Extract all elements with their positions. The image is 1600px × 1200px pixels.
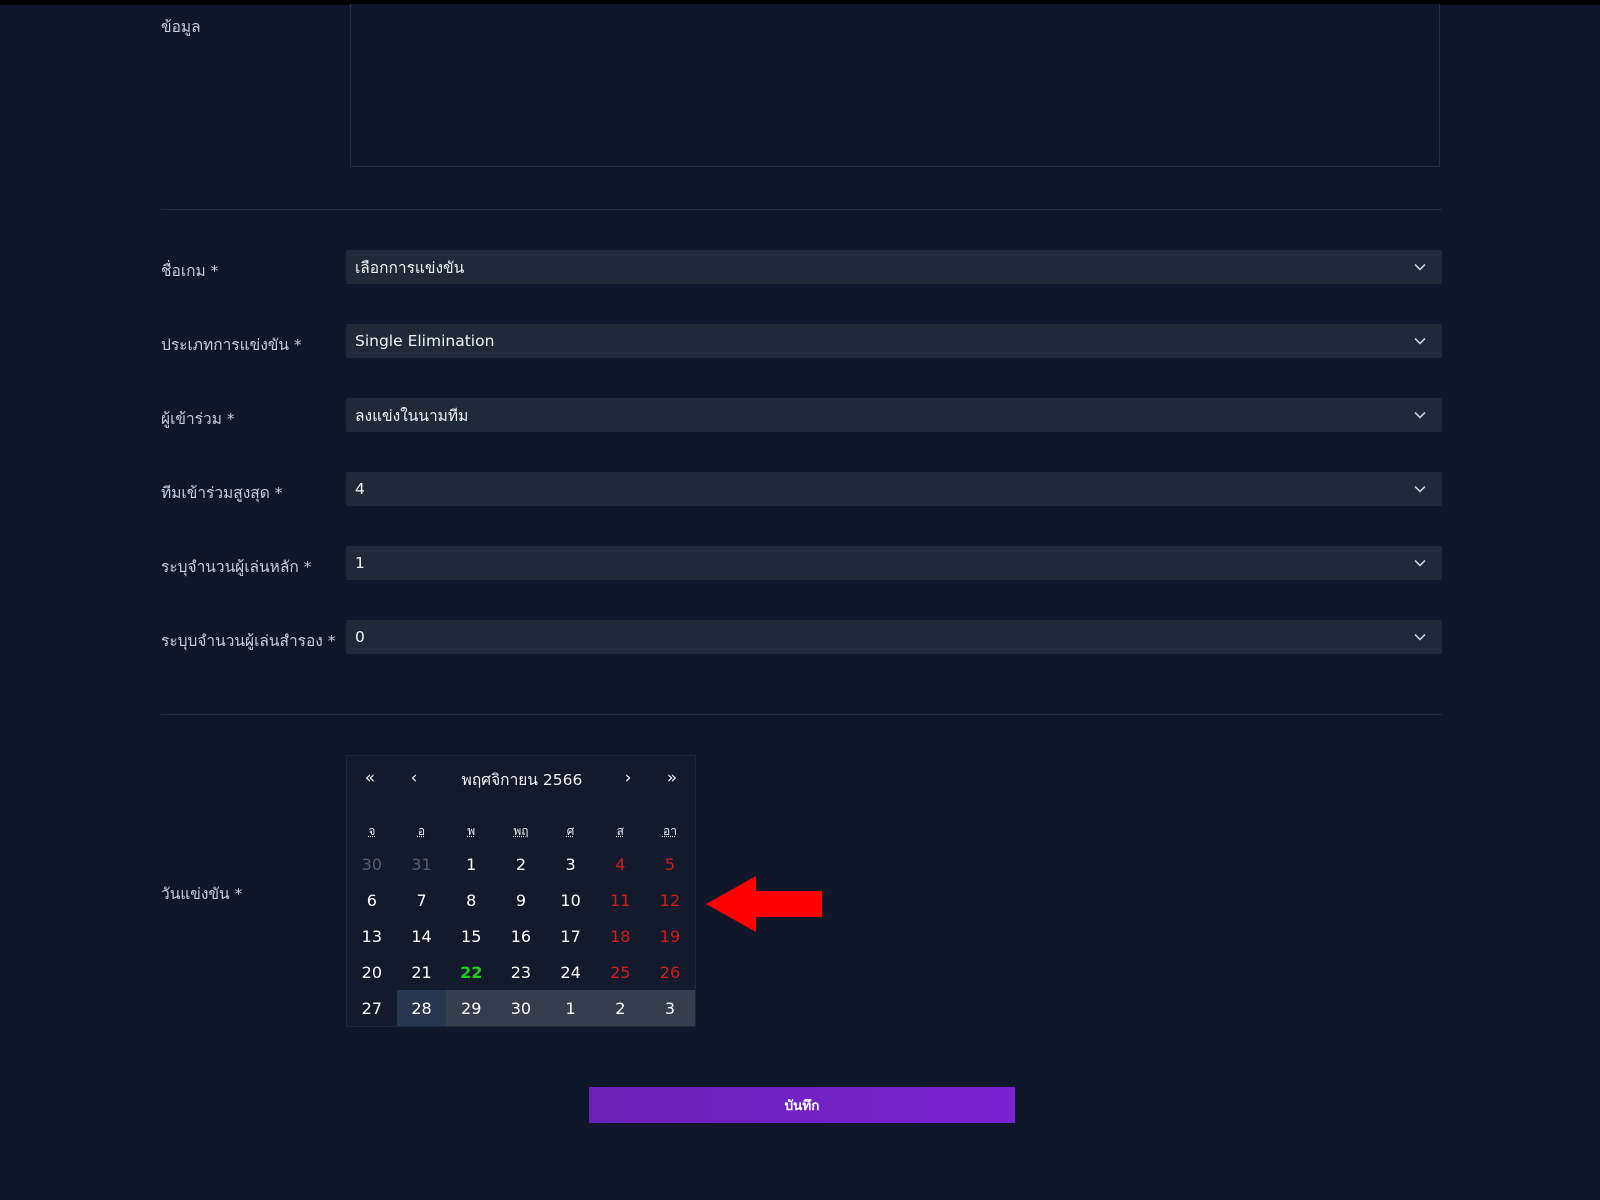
- calendar-day[interactable]: 27: [347, 990, 397, 1026]
- calendar-day[interactable]: 1: [446, 846, 496, 882]
- calendar-day[interactable]: 3: [546, 846, 596, 882]
- main-players-select-value: 1: [355, 554, 365, 572]
- save-button[interactable]: บันทึก: [589, 1087, 1015, 1123]
- calendar-navigation: « ‹ พฤศจิกายน 2566 › »: [347, 756, 695, 800]
- calendar-day[interactable]: 2: [595, 990, 646, 1026]
- divider: [161, 209, 1442, 210]
- calendar-day: 31: [411, 854, 432, 874]
- calendar-day[interactable]: 2: [496, 846, 546, 882]
- calendar-day[interactable]: 26: [645, 954, 695, 990]
- calendar-day[interactable]: 12: [645, 882, 695, 918]
- max-team-select[interactable]: 4: [346, 472, 1442, 506]
- date-picker-calendar: « ‹ พฤศจิกายน 2566 › » จ อ พ พฤ ศ ส อา 3…: [346, 755, 696, 1027]
- calendar-day[interactable]: 19: [645, 918, 695, 954]
- calendar-day[interactable]: 16: [496, 918, 546, 954]
- calendar-day[interactable]: 29: [446, 990, 497, 1026]
- calendar-day[interactable]: 5: [645, 846, 695, 882]
- game-select-value: เลือกการแข่งขัน: [355, 258, 465, 277]
- calendar-day[interactable]: 17: [546, 918, 596, 954]
- calendar-day[interactable]: 8: [446, 882, 496, 918]
- calendar-day[interactable]: 11: [595, 882, 645, 918]
- chevron-down-icon: [1414, 559, 1426, 567]
- type-select[interactable]: Single Elimination: [346, 324, 1442, 358]
- participant-label: ผู้เข้าร่วม *: [161, 410, 235, 428]
- info-label: ข้อมูล: [161, 18, 201, 36]
- calendar-day[interactable]: 1: [545, 990, 596, 1026]
- calendar-day[interactable]: 3: [645, 990, 695, 1026]
- calendar-day[interactable]: 4: [595, 846, 645, 882]
- weekday-label: ศ: [566, 824, 575, 838]
- main-players-label: ระบุจำนวนผู้เล่นหลัก *: [161, 558, 312, 576]
- calendar-day: 30: [361, 854, 383, 874]
- calendar-day[interactable]: 6: [347, 882, 397, 918]
- weekday-label: จ: [368, 824, 376, 838]
- participant-select-value: ลงแข่งในนามทีม: [355, 406, 469, 425]
- game-label: ชื่อเกม *: [161, 262, 219, 280]
- weekday-label: อา: [662, 824, 677, 838]
- sub-players-select[interactable]: 0: [346, 620, 1442, 654]
- calendar-day[interactable]: 28: [396, 990, 447, 1026]
- sub-players-select-value: 0: [355, 628, 365, 646]
- calendar-day[interactable]: 10: [546, 882, 596, 918]
- calendar-day[interactable]: 23: [496, 954, 546, 990]
- participant-select[interactable]: ลงแข่งในนามทีม: [346, 398, 1442, 432]
- game-select[interactable]: เลือกการแข่งขัน: [346, 250, 1442, 284]
- max-team-label: ทีมเข้าร่วมสูงสุด *: [161, 484, 283, 502]
- calendar-day[interactable]: 20: [347, 954, 397, 990]
- weekday-label: พ: [467, 824, 476, 838]
- calendar-day[interactable]: 15: [446, 918, 496, 954]
- calendar-day[interactable]: 18: [595, 918, 645, 954]
- calendar-day[interactable]: 14: [397, 918, 447, 954]
- max-team-select-value: 4: [355, 480, 365, 498]
- weekday-label: พฤ: [513, 824, 529, 838]
- arrow-left-icon: [706, 876, 822, 932]
- type-select-value: Single Elimination: [355, 332, 495, 350]
- chevron-down-icon: [1414, 633, 1426, 641]
- sub-players-label: ระบุบจำนวนผู้เล่นสำรอง *: [161, 632, 336, 650]
- calendar-month-title[interactable]: พฤศจิกายน 2566: [447, 767, 597, 792]
- calendar-day[interactable]: 21: [397, 954, 447, 990]
- chevron-down-icon: [1414, 263, 1426, 271]
- main-players-select[interactable]: 1: [346, 546, 1442, 580]
- chevron-down-icon: [1414, 485, 1426, 493]
- divider: [161, 714, 1442, 715]
- chevron-down-icon: [1414, 411, 1426, 419]
- calendar-days-grid: 30 31 1 2 3 4 5 6 7 8 9 10 11 12 13 14 15 16 17 18 19 20 21 22 2…: [347, 846, 695, 1026]
- calendar-day[interactable]: 13: [347, 918, 397, 954]
- weekday-label: ส: [616, 824, 624, 838]
- prev-year-button[interactable]: «: [355, 766, 385, 790]
- calendar-day[interactable]: 7: [397, 882, 447, 918]
- weekday-label: อ: [417, 824, 426, 838]
- calendar-day[interactable]: 22: [446, 954, 496, 990]
- next-year-button[interactable]: »: [657, 766, 687, 790]
- calendar-weekdays: จ อ พ พฤ ศ ส อา: [347, 822, 695, 844]
- type-label: ประเภทการแข่งขัน *: [161, 336, 302, 354]
- prev-month-button[interactable]: ‹: [399, 766, 429, 790]
- info-textarea[interactable]: [350, 4, 1440, 167]
- calendar-day[interactable]: 24: [546, 954, 596, 990]
- calendar-day[interactable]: 25: [595, 954, 645, 990]
- date-label: วันแข่งขัน *: [161, 885, 243, 903]
- chevron-down-icon: [1414, 337, 1426, 345]
- calendar-day[interactable]: 30: [496, 990, 546, 1026]
- next-month-button[interactable]: ›: [613, 766, 643, 790]
- calendar-day[interactable]: 9: [496, 882, 546, 918]
